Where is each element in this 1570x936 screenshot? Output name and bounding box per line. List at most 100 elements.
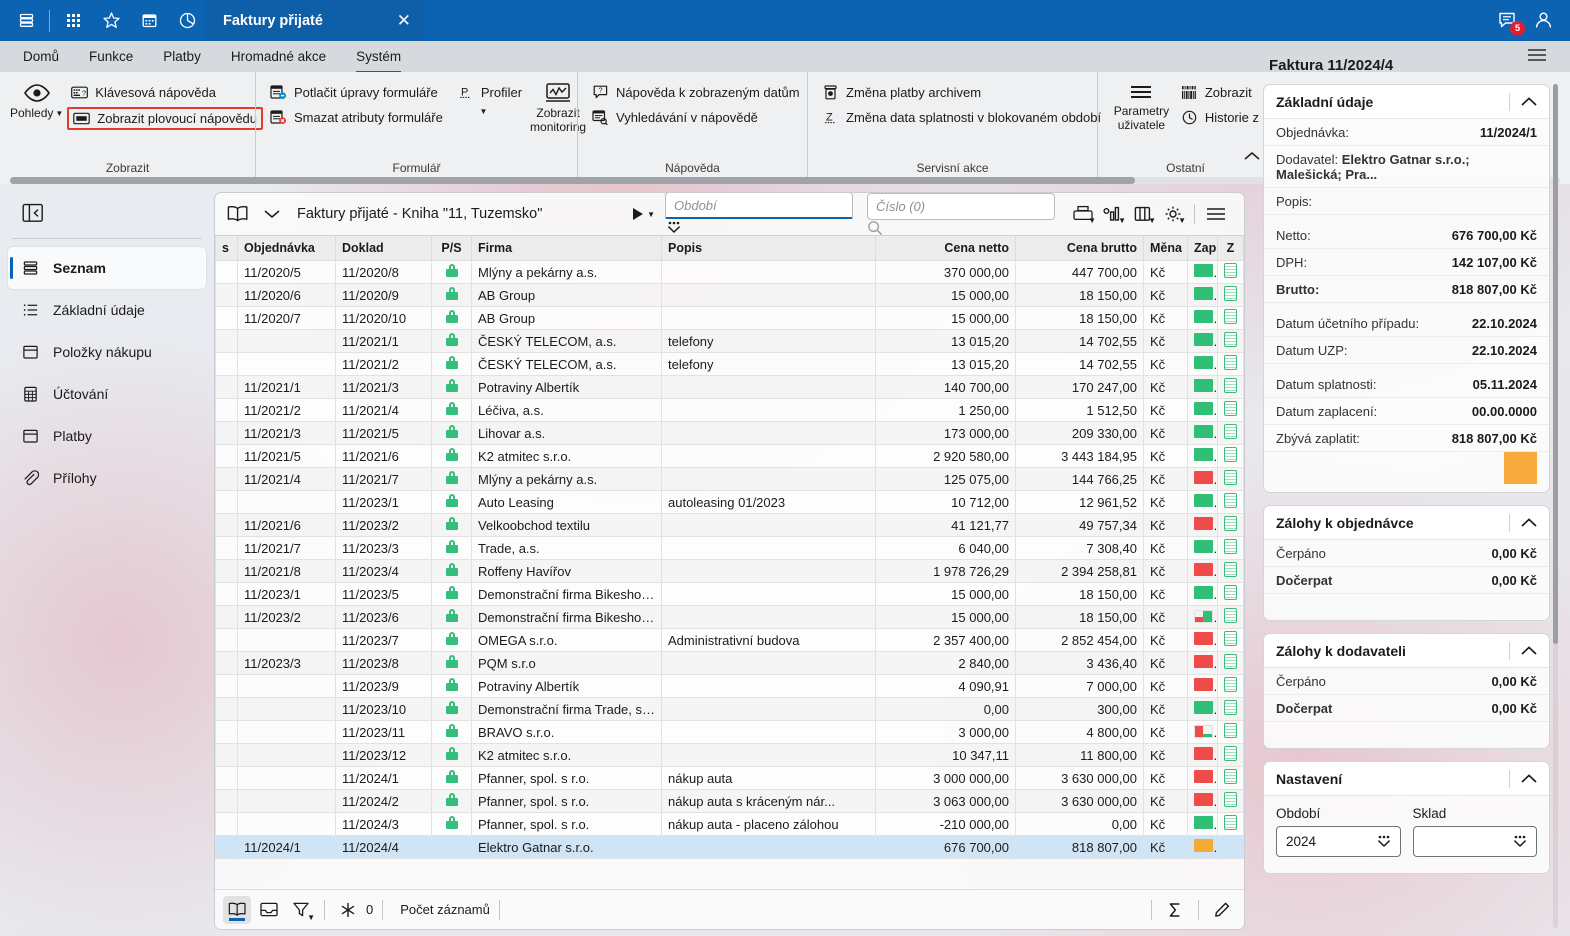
table-row[interactable]: 11/2023/11 BRAVO s.r.o. 3 000,00 4 800,00 Kč xyxy=(215,720,1244,744)
column-header-popis[interactable]: Popis xyxy=(661,235,876,261)
sidebar-item-prilohy[interactable]: Přílohy xyxy=(8,457,206,499)
detail-section-header[interactable]: Zálohy k dodavateli xyxy=(1264,634,1549,668)
table-row[interactable]: 11/2023/1 11/2023/5 Demonstrační firma Bik… xyxy=(215,582,1244,606)
user-icon[interactable] xyxy=(1533,10,1554,31)
run-filter-button[interactable]: ▼ xyxy=(631,206,659,222)
print-icon[interactable]: ▼ xyxy=(1069,200,1097,228)
chart-icon[interactable]: ▼ xyxy=(1099,200,1127,228)
table-row[interactable]: 11/2023/3 11/2023/8 PQM s.r.o 2 840,00 3 436… xyxy=(215,651,1244,675)
table-row[interactable]: 11/2023/10 Demonstrační firma Trade, sp..… xyxy=(215,697,1244,721)
chevron-down-icon[interactable]: ▼ xyxy=(453,107,526,116)
menu-item-funkce[interactable]: Funkce xyxy=(76,44,146,69)
menu-item-hromadne-akce[interactable]: Hromadné akce xyxy=(218,44,339,69)
gear-icon[interactable]: ▼ xyxy=(1159,200,1187,228)
column-header-brutto[interactable]: Cena brutto xyxy=(1015,235,1144,261)
smazat-atributy-formulare-button[interactable]: Smazat atributy formuláře xyxy=(266,107,447,128)
table-row[interactable]: 11/2024/1 11/2024/4 Elektro Gatnar s.r.o. 6… xyxy=(215,835,1244,859)
table-row[interactable]: 11/2020/5 11/2020/8 Mlýny a pekárny a.s. 37… xyxy=(215,260,1244,284)
calendar-icon[interactable] xyxy=(131,0,167,41)
chevron-down-icon[interactable]: ▼ xyxy=(1178,216,1186,225)
potlacit-upravy-formulare-button[interactable]: Potlačit úpravy formuláře xyxy=(266,82,447,103)
table-row[interactable]: 11/2021/2 ČESKÝ TELECOM, a.s. telefony 13 0… xyxy=(215,352,1244,376)
table-row[interactable]: 11/2020/6 11/2020/9 AB Group 15 000,00 18 15… xyxy=(215,283,1244,307)
inbox-icon[interactable] xyxy=(255,896,283,924)
column-header-mena[interactable]: Měna xyxy=(1143,235,1188,261)
column-header-firma[interactable]: Firma xyxy=(471,235,662,261)
chevron-up-icon[interactable] xyxy=(1519,516,1539,529)
detail-scrollbar-thumb[interactable] xyxy=(1553,84,1558,644)
detail-panel-scroll[interactable]: Základní údaje Objednávka: 11/2024/1 Dodava… xyxy=(1255,84,1562,928)
table-row[interactable]: 11/2023/9 Potraviny Albertík 4 090,91 7 000… xyxy=(215,674,1244,698)
grid-icon[interactable] xyxy=(55,0,91,41)
book-icon[interactable] xyxy=(223,895,251,924)
column-header-netto[interactable]: Cena netto xyxy=(875,235,1016,261)
window-tab-faktury-prijate[interactable]: Faktury přijaté ✕ xyxy=(205,0,423,41)
table-row[interactable]: 11/2023/7 OMEGA s.r.o. Administrativní bud… xyxy=(215,628,1244,652)
period-filter-field[interactable]: Období xyxy=(665,193,853,236)
number-search-field[interactable]: Číslo (0) xyxy=(867,193,1055,236)
sidebar-item-uctovani[interactable]: Účtování xyxy=(8,373,206,415)
table-row[interactable]: 11/2021/7 11/2023/3 Trade, a.s. 6 040,00 7 3… xyxy=(215,536,1244,560)
detail-section-header[interactable]: Zálohy k objednávce xyxy=(1264,506,1549,540)
chevron-up-icon[interactable] xyxy=(1519,95,1539,108)
historie-z-button[interactable]: Historie z xyxy=(1177,107,1263,128)
table-row[interactable]: 11/2023/1 Auto Leasing autoleasing 01/2023… xyxy=(215,490,1244,514)
zobrazit-button[interactable]: Zobrazit xyxy=(1177,82,1263,103)
zmena-platby-archivem-button[interactable]: Změna platby archivem xyxy=(818,82,1105,103)
chevron-down-icon[interactable]: ▼ xyxy=(647,210,655,219)
search-input[interactable]: Číslo (0) xyxy=(867,193,1055,220)
chevron-up-icon[interactable] xyxy=(1519,644,1539,657)
table-row[interactable]: 11/2021/8 11/2023/4 Roffeny Havířov 1 978 7… xyxy=(215,559,1244,583)
sidebar-item-seznam[interactable]: Seznam xyxy=(8,247,206,289)
sidebar-item-polozky-nakupu[interactable]: Položky nákupu xyxy=(8,331,206,373)
menu-icon[interactable] xyxy=(1202,200,1230,228)
chevron-down-icon[interactable]: ▼ xyxy=(1148,216,1156,225)
chat-icon[interactable]: 5 xyxy=(1497,11,1525,36)
column-header-doklad[interactable]: Doklad xyxy=(335,235,432,261)
asterisk-icon[interactable] xyxy=(334,896,362,924)
columns-icon[interactable]: ▼ xyxy=(1129,200,1157,228)
sum-icon[interactable] xyxy=(1161,896,1189,924)
table-row[interactable]: 11/2024/2 Pfanner, spol. s r.o. nákup auta… xyxy=(215,789,1244,813)
table-row[interactable]: 11/2021/6 11/2023/2 Velkoobchod textilu 41 … xyxy=(215,513,1244,537)
menu-item-platby[interactable]: Platby xyxy=(150,44,214,69)
dropdown-picker-icon[interactable] xyxy=(1375,833,1393,850)
dropdown-picker-icon[interactable] xyxy=(1511,833,1529,850)
close-icon[interactable]: ✕ xyxy=(397,11,411,31)
chevron-down-icon[interactable]: ▼ xyxy=(307,913,315,922)
grid-scroll-region[interactable]: s Objednávka Doklad P/S Firma Popis Cena netto… xyxy=(215,235,1244,889)
chevron-down-icon[interactable] xyxy=(259,208,285,220)
table-row[interactable]: 11/2021/5 11/2021/6 K2 atmitec s.r.o. 2 920… xyxy=(215,444,1244,468)
panel-collapse-icon[interactable] xyxy=(16,198,50,228)
chevron-up-icon[interactable] xyxy=(1519,772,1539,785)
search-icon[interactable] xyxy=(867,220,1055,236)
table-row[interactable]: 11/2021/2 11/2021/4 Léčiva, a.s. 1 250,00 1 … xyxy=(215,398,1244,422)
chevron-down-icon[interactable]: ▼ xyxy=(1118,216,1126,225)
table-row[interactable]: 11/2024/1 Pfanner, spol. s r.o. nákup auta… xyxy=(215,766,1244,790)
zmena-data-splatnosti-button[interactable]: Z Změna data splatnosti v blokovaném obd… xyxy=(818,107,1105,128)
table-row[interactable]: 11/2024/3 Pfanner, spol. s r.o. nákup auta… xyxy=(215,812,1244,836)
column-header-objednavka[interactable]: Objednávka xyxy=(237,235,336,261)
sidebar-item-zakladni-udaje[interactable]: Základní údaje xyxy=(8,289,206,331)
star-icon[interactable] xyxy=(93,0,129,41)
detail-section-header[interactable]: Základní údaje xyxy=(1264,85,1549,119)
column-header-zap[interactable]: Zap xyxy=(1187,235,1218,261)
menu-item-system[interactable]: Systém xyxy=(343,44,414,73)
pie-chart-icon[interactable] xyxy=(169,0,205,41)
table-row[interactable]: 11/2021/4 11/2021/7 Mlýny a pekárny a.s. 12… xyxy=(215,467,1244,491)
period-input[interactable]: Období xyxy=(665,193,853,219)
warehouse-select[interactable] xyxy=(1412,826,1537,857)
book-icon[interactable] xyxy=(223,201,253,227)
filter-icon[interactable]: ▼ xyxy=(287,896,315,924)
pencil-icon[interactable] xyxy=(1208,896,1236,924)
table-row[interactable]: 11/2021/3 11/2021/5 Lihovar a.s. 173 000,00… xyxy=(215,421,1244,445)
table-row[interactable]: 11/2021/1 ČESKÝ TELECOM, a.s. telefony 13 0… xyxy=(215,329,1244,353)
menu-item-domu[interactable]: Domů xyxy=(10,44,72,69)
period-select[interactable]: 2024 xyxy=(1276,826,1401,857)
column-header-s[interactable]: s xyxy=(215,235,238,261)
chevron-down-icon[interactable]: ▼ xyxy=(1088,216,1096,225)
calendar-picker-icon[interactable] xyxy=(665,219,853,236)
column-header-ps[interactable]: P/S xyxy=(431,235,472,261)
klavesova-napoveda-button[interactable]: ? Klávesová nápověda xyxy=(67,82,263,103)
sidebar-item-platby[interactable]: Platby xyxy=(8,415,206,457)
